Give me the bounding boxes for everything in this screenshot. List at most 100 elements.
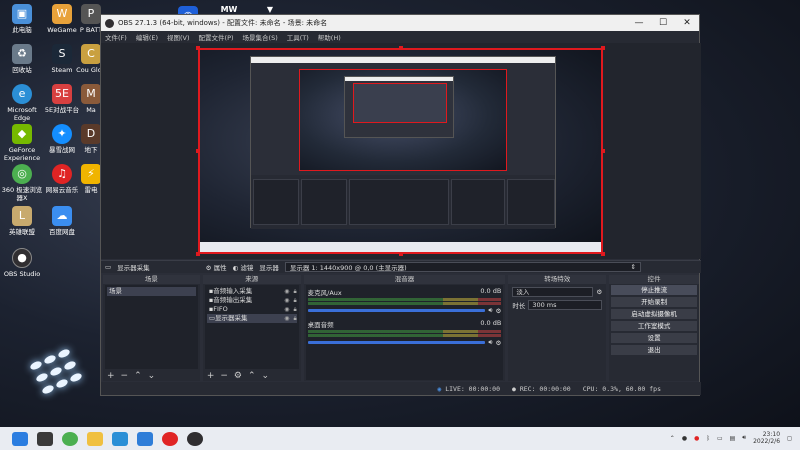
settings-button[interactable]: 设置 xyxy=(611,333,697,343)
lock-icon[interactable]: 🔒︎ xyxy=(293,314,296,323)
scenes-title: 场景 xyxy=(103,275,200,284)
transitions-body: 淡入 ⚙ 时长 300 ms xyxy=(510,285,605,380)
close-button[interactable]: ✕ xyxy=(675,18,699,28)
obs-icon[interactable] xyxy=(187,431,203,446)
filters-button[interactable]: ◐ 滤镜 xyxy=(233,262,254,272)
start-virtual-camera-button[interactable]: 启动虚拟摄像机 xyxy=(611,309,697,319)
task-view-icon[interactable] xyxy=(37,431,53,446)
game-icon: D xyxy=(81,124,101,144)
minimize-button[interactable]: — xyxy=(627,18,651,28)
docks: 场景 场景 + − ⌃ ⌄ 来源 ▪ 音频输入采集 ◉ 🔒︎ ▪ 音频输出采集 ◉ 🔒︎ ▪ … xyxy=(101,274,701,382)
source-item[interactable]: ▭ 显示器采集 ◉ 🔒︎ xyxy=(206,314,297,323)
volume-slider[interactable] xyxy=(307,341,486,344)
chevron-up-icon[interactable]: ⌃ xyxy=(670,435,675,442)
mixer-channels: 麦克风/Aux 0.0 dB 🔊︎ ⚙ 桌面音频 0.0 dB 🔊︎ ⚙ xyxy=(305,285,504,380)
game-icon: M xyxy=(81,84,101,104)
file-explorer-icon[interactable] xyxy=(87,431,103,446)
remove-icon[interactable]: − xyxy=(220,371,228,381)
game-icon: P xyxy=(81,4,101,24)
chevron-down-icon: ⇕ xyxy=(630,263,636,271)
desktop-icon-this-pc[interactable]: ▣ 此电脑 xyxy=(0,4,44,34)
desktop-icon-edge[interactable]: e Microsoft Edge xyxy=(0,84,44,122)
scenes-toolbar: + − ⌃ ⌄ xyxy=(103,370,200,381)
computer-icon: ▣ xyxy=(12,4,32,24)
studio-mode-button[interactable]: 工作室模式 xyxy=(611,321,697,331)
lock-icon[interactable]: 🔒︎ xyxy=(293,296,296,305)
volume-meter xyxy=(307,330,502,333)
preview-canvas[interactable] xyxy=(198,48,603,254)
menu-tools[interactable]: 工具(T) xyxy=(287,32,309,42)
mixer-dock: 混音器 麦克风/Aux 0.0 dB 🔊︎ ⚙ 桌面音频 0.0 dB 🔊︎ ⚙ xyxy=(303,275,506,381)
transition-select[interactable]: 淡入 xyxy=(512,287,594,297)
exit-button[interactable]: 退出 xyxy=(611,345,697,355)
move-down-icon[interactable]: ⌄ xyxy=(262,371,270,381)
volume-meter xyxy=(307,334,502,337)
menu-view[interactable]: 视图(V) xyxy=(167,32,190,42)
menu-edit[interactable]: 编辑(E) xyxy=(136,32,158,42)
eye-icon[interactable]: ◉ xyxy=(284,287,289,296)
geforce-icon: ◆ xyxy=(12,124,32,144)
volume-icon[interactable]: 🔊︎ xyxy=(488,338,492,347)
volume-slider[interactable] xyxy=(307,309,486,312)
menu-help[interactable]: 帮助(H) xyxy=(318,32,341,42)
start-recording-button[interactable]: 开始录制 xyxy=(611,297,697,307)
netease-tray-icon[interactable]: ● xyxy=(694,435,699,442)
obs-tray-icon[interactable]: ● xyxy=(682,435,687,442)
add-icon[interactable]: + xyxy=(207,371,215,381)
eye-icon[interactable]: ◉ xyxy=(284,296,289,305)
maximize-button[interactable]: ☐ xyxy=(651,18,675,28)
desktop-icon-baidu-pan[interactable]: ☁ 百度网盘 xyxy=(40,206,84,236)
battlenet-icon: ✦ xyxy=(52,124,72,144)
network-icon[interactable]: ▤ xyxy=(730,435,736,442)
gear-icon[interactable]: ⚙ xyxy=(234,371,242,381)
volume-icon[interactable]: 🔊︎ xyxy=(742,434,746,442)
lock-icon[interactable]: 🔒︎ xyxy=(293,287,296,296)
store-icon[interactable] xyxy=(112,431,128,446)
properties-button[interactable]: ⚙ 属性 xyxy=(206,262,227,272)
scenes-list: 场景 xyxy=(105,285,198,369)
volume-icon[interactable]: 🔊︎ xyxy=(488,306,492,315)
volume-meter xyxy=(307,298,502,301)
desktop-icon-360[interactable]: ◎ 360 极速浏览器X xyxy=(0,164,44,202)
desktop-icon-mw[interactable]: MW xyxy=(214,6,244,14)
gear-icon[interactable]: ⚙ xyxy=(495,307,501,315)
desktop-icon-recycle-bin[interactable]: ♻ 回收站 xyxy=(0,44,44,74)
menu-profile[interactable]: 配置文件(P) xyxy=(199,32,234,42)
browser-icon[interactable] xyxy=(62,431,78,446)
lock-icon[interactable]: 🔒︎ xyxy=(293,305,296,314)
source-item[interactable]: ▪ FIFO ◉ 🔒︎ xyxy=(207,305,297,314)
notification-icon[interactable]: ◻ xyxy=(787,435,792,442)
remove-icon[interactable]: − xyxy=(121,371,129,381)
gear-icon[interactable]: ⚙ xyxy=(596,288,602,296)
display-select[interactable]: 显示器 1: 1440x900 @ 0,0 (主显示器) ⇕ xyxy=(284,262,641,272)
gear-icon[interactable]: ⚙ xyxy=(495,339,501,347)
5e-icon: 5E xyxy=(52,84,72,104)
desktop-icon-geforce[interactable]: ◆ GeForce Experience xyxy=(0,124,44,162)
scene-item[interactable]: 场景 xyxy=(107,287,196,296)
bluetooth-icon[interactable]: ᛒ xyxy=(706,435,710,442)
menu-file[interactable]: 文件(F) xyxy=(105,32,127,42)
start-icon[interactable] xyxy=(12,431,28,446)
source-item[interactable]: ▪ 音频输入采集 ◉ 🔒︎ xyxy=(207,287,297,296)
eye-icon[interactable]: ◉ xyxy=(284,305,289,314)
duration-input[interactable]: 300 ms xyxy=(528,300,603,310)
move-up-icon[interactable]: ⌃ xyxy=(248,371,256,381)
recycle-bin-icon: ♻ xyxy=(12,44,32,64)
eye-icon[interactable]: ◉ xyxy=(284,314,289,323)
menu-scene-collection[interactable]: 场景集合(S) xyxy=(243,32,278,42)
source-item[interactable]: ▪ 音频输出采集 ◉ 🔒︎ xyxy=(207,296,297,305)
title-bar: OBS 27.1.3 (64-bit, windows) - 配置文件: 未命名… xyxy=(101,15,699,31)
move-down-icon[interactable]: ⌄ xyxy=(148,371,156,381)
desktop-wallpaper-light xyxy=(22,347,112,410)
stop-streaming-button[interactable]: 停止推流 xyxy=(611,285,697,295)
move-up-icon[interactable]: ⌃ xyxy=(134,371,142,381)
add-icon[interactable]: + xyxy=(107,371,115,381)
music-icon[interactable] xyxy=(162,431,178,446)
clock[interactable]: 23:10 2022/2/6 xyxy=(753,431,780,445)
desktop-icon-obs[interactable]: ● OBS Studio xyxy=(0,248,44,278)
desktop-icon-lol[interactable]: L 英雄联盟 xyxy=(0,206,44,236)
display-icon[interactable]: ▭ xyxy=(717,435,723,442)
edge-icon: e xyxy=(12,84,32,104)
mail-icon[interactable] xyxy=(137,431,153,446)
desktop-icon-v[interactable]: ▼ xyxy=(255,6,285,14)
